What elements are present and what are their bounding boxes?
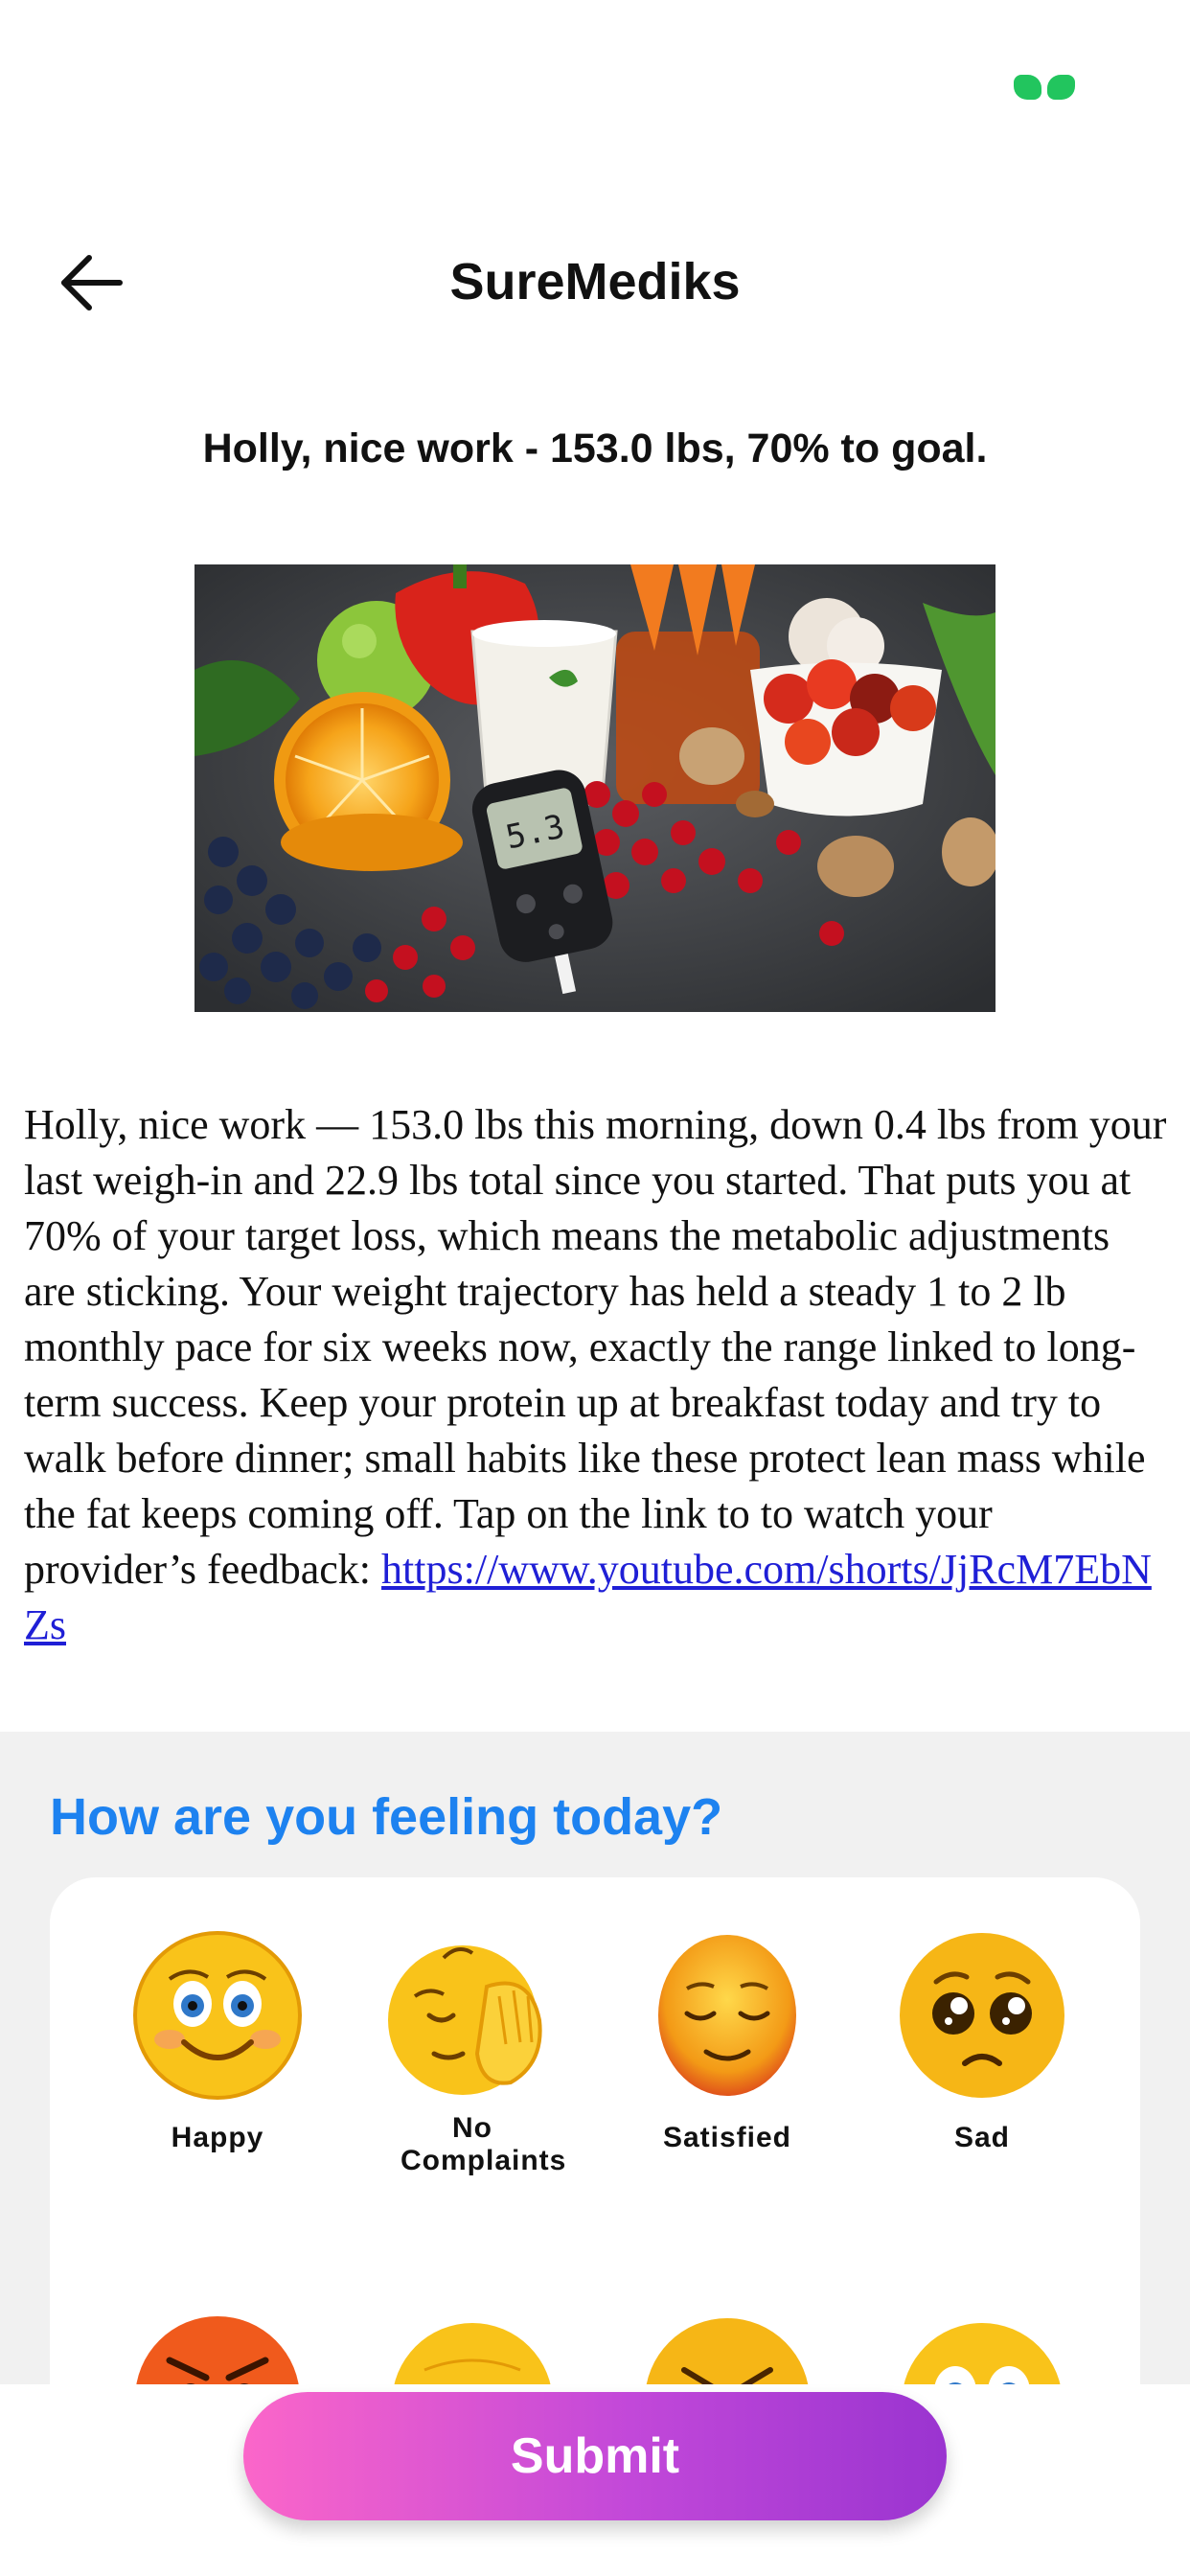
mood-label: No Complaints [400, 2112, 567, 2176]
mood-option-sad[interactable]: Sad [858, 1929, 1107, 2154]
submit-button[interactable]: Submit [243, 2392, 947, 2520]
screen: SureMediks Holly, nice work - 153.0 lbs,… [0, 0, 1190, 2576]
mood-option-happy[interactable]: Happy [93, 1929, 342, 2154]
mood-label: Sad [953, 2122, 1011, 2153]
happy-emoji-icon [133, 1931, 302, 2100]
status-dot-left [1014, 75, 1041, 100]
mood-label: Satisfied [662, 2122, 792, 2153]
weight-summary-headline: Holly, nice work - 153.0 lbs, 70% to goa… [202, 426, 988, 472]
mood-question: How are you feeling today? [50, 1788, 723, 1846]
status-indicator-icon [1014, 75, 1075, 102]
sad-emoji-icon [900, 1933, 1064, 2098]
mood-option-satisfied[interactable]: Satisfied [603, 1929, 852, 2154]
no-complaints-emoji-icon [388, 1945, 542, 2095]
healthy-food-glucose-meter-photo: 5.3 [195, 564, 995, 1012]
mood-option-no-complaints[interactable]: No Complaints [348, 1929, 597, 2177]
bottom-action-bar: Submit [0, 2384, 1190, 2576]
mood-label: Happy [171, 2122, 264, 2153]
page-title: SureMediks [449, 253, 741, 310]
feedback-message-text: Holly, nice work — 153.0 lbs this mornin… [24, 1101, 1167, 1593]
status-dot-right [1047, 75, 1075, 100]
satisfied-emoji-icon [658, 1935, 796, 2096]
feedback-message: Holly, nice work — 153.0 lbs this mornin… [24, 1097, 1169, 1653]
